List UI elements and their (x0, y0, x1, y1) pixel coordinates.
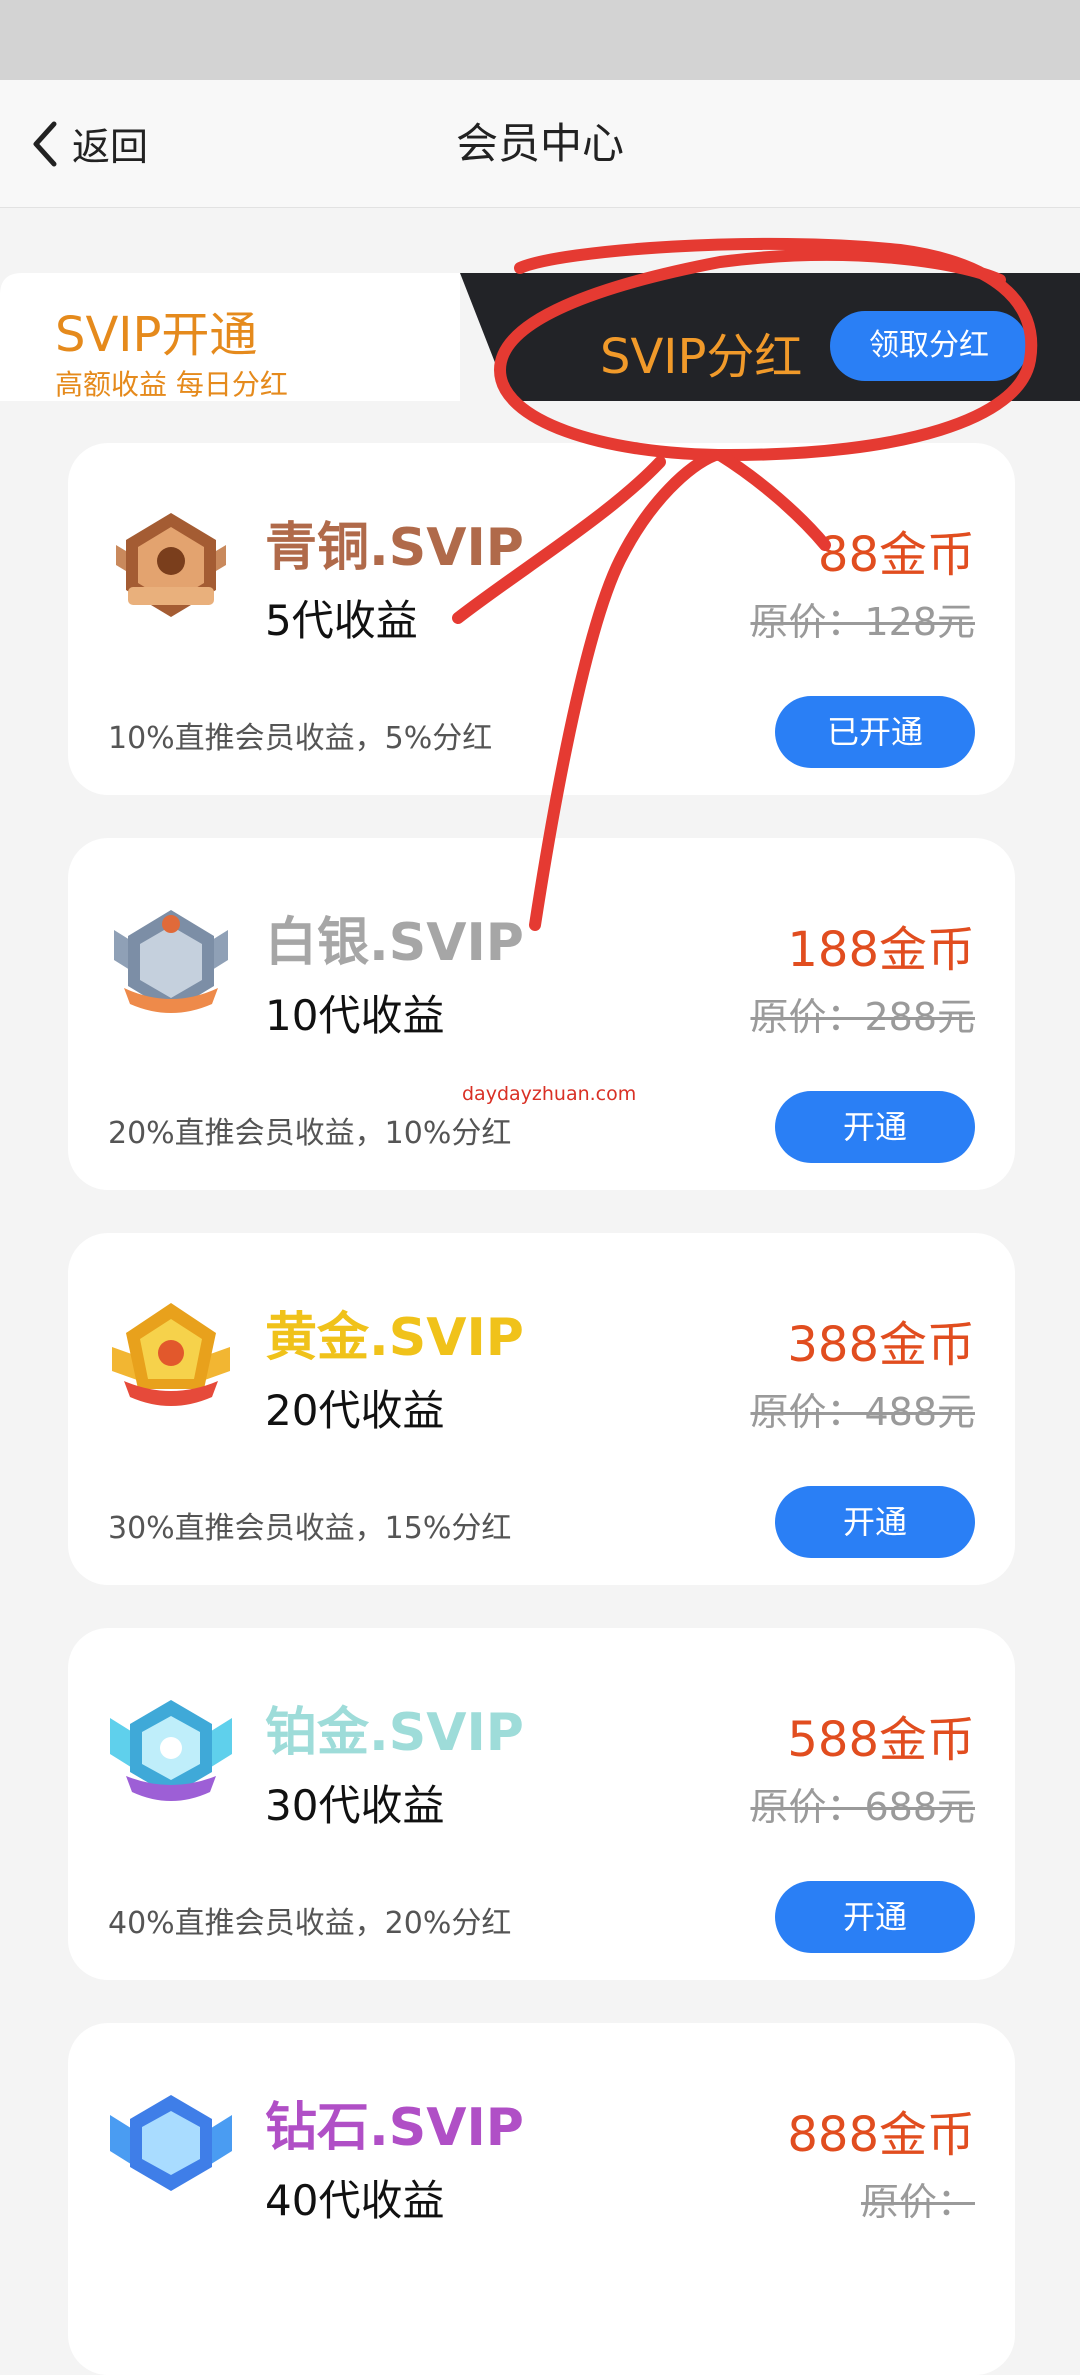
membership-card-diamond: 钻石.SVIP 40代收益 888金币 原价： (68, 2023, 1015, 2375)
card-price: 88金币 (817, 527, 975, 583)
open-button[interactable]: 开通 (775, 1486, 975, 1558)
card-price: 588金币 (787, 1712, 975, 1768)
membership-card-gold: 黄金.SVIP 20代收益 388金币 原价：488元 30%直推会员收益，15… (68, 1233, 1015, 1585)
activated-button[interactable]: 已开通 (775, 696, 975, 768)
card-description: 30%直推会员收益，15%分红 (108, 1511, 512, 1546)
card-price: 888金币 (787, 2107, 975, 2163)
card-original-price: 原价：488元 (750, 1390, 975, 1434)
page-title: 会员中心 (455, 119, 624, 168)
silver-badge-icon (114, 910, 228, 1013)
card-name: 铂金.SVIP (265, 1703, 524, 1763)
card-original-price: 原价： (860, 2180, 975, 2224)
membership-card-platinum: 铂金.SVIP 30代收益 588金币 原价：688元 40%直推会员收益，20… (68, 1628, 1015, 1980)
card-name: 白银.SVIP (265, 913, 524, 973)
card-original-price: 原价：288元 (750, 995, 975, 1039)
card-generations: 5代收益 (265, 596, 418, 645)
card-generations: 40代收益 (265, 2176, 445, 2225)
card-name: 钻石.SVIP (265, 2098, 524, 2158)
card-original-price: 原价：688元 (750, 1785, 975, 1829)
card-name: 青铜.SVIP (265, 518, 524, 578)
card-original-price: 原价：128元 (750, 600, 975, 644)
watermark-text: daydayzhuan.com (462, 1083, 637, 1105)
claim-dividend-button[interactable]: 领取分红 (830, 311, 1028, 381)
card-description: 20%直推会员收益，10%分红 (108, 1116, 512, 1151)
card-generations: 10代收益 (265, 991, 445, 1040)
back-label: 返回 (72, 125, 149, 169)
card-price: 388金币 (787, 1317, 975, 1373)
card-price: 188金币 (787, 922, 975, 978)
bronze-badge-icon (116, 513, 226, 617)
nav-bar: 返回 会员中心 (0, 80, 1080, 208)
card-description: 10%直推会员收益，5%分红 (108, 721, 493, 756)
tab-svip-open[interactable]: SVIP开通 高额收益 每日分红 (0, 273, 460, 401)
gold-badge-icon (112, 1303, 230, 1406)
tab-svip-open-label: SVIP开通 (55, 307, 258, 363)
diamond-badge-icon (110, 2095, 232, 2191)
chevron-left-icon (30, 120, 58, 168)
back-button[interactable]: 返回 (30, 80, 148, 207)
tab-bar: SVIP开通 高额收益 每日分红 SVIP分红 领取分红 (0, 273, 1080, 401)
tab-svip-open-subtitle: 高额收益 每日分红 (55, 368, 288, 401)
platinum-badge-icon (110, 1700, 232, 1801)
card-generations: 30代收益 (265, 1781, 445, 1830)
status-bar (0, 0, 1080, 80)
card-generations: 20代收益 (265, 1386, 445, 1435)
open-button[interactable]: 开通 (775, 1881, 975, 1953)
membership-card-bronze: 青铜.SVIP 5代收益 88金币 原价：128元 10%直推会员收益，5%分红… (68, 443, 1015, 795)
membership-card-silver: 白银.SVIP 10代收益 188金币 原价：288元 20%直推会员收益，10… (68, 838, 1015, 1190)
open-button[interactable]: 开通 (775, 1091, 975, 1163)
tab-svip-dividend-label: SVIP分红 (600, 329, 803, 385)
card-name: 黄金.SVIP (265, 1308, 524, 1368)
card-description: 40%直推会员收益，20%分红 (108, 1906, 512, 1941)
